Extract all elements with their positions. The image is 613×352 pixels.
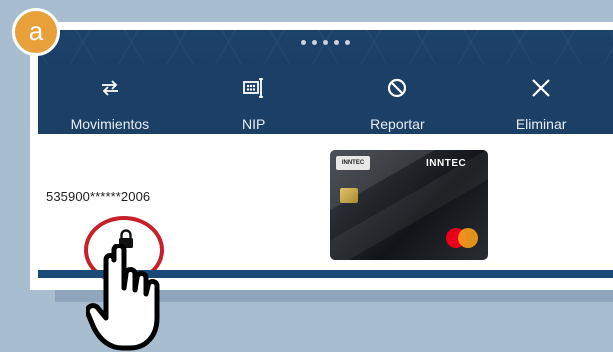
- card-header: Movimientos NIP Reportar Eliminar: [38, 30, 613, 134]
- pager-dot[interactable]: [345, 40, 350, 45]
- pager-dots: [38, 40, 613, 45]
- pager-dot[interactable]: [323, 40, 328, 45]
- card-brand: INNTEC: [426, 158, 467, 169]
- swap-arrows-icon: [99, 74, 121, 102]
- action-bar: Movimientos NIP Reportar Eliminar: [38, 64, 613, 134]
- mastercard-logo: [446, 228, 478, 248]
- step-badge: a: [12, 8, 60, 56]
- delete-button[interactable]: Eliminar: [469, 64, 613, 134]
- movements-label: Movimientos: [70, 116, 150, 132]
- pin-label: NIP: [241, 116, 266, 132]
- pager-dot[interactable]: [301, 40, 306, 45]
- pointer-hand-icon: [86, 244, 160, 351]
- card-issuer-logo: INNTEC: [336, 156, 370, 170]
- card-manager: Movimientos NIP Reportar Eliminar 535900…: [38, 30, 613, 284]
- pager-dot[interactable]: [334, 40, 339, 45]
- delete-label: Eliminar: [515, 116, 567, 132]
- close-icon: [530, 74, 552, 102]
- keypad-password-icon: [242, 74, 266, 102]
- report-label: Reportar: [370, 116, 425, 132]
- movements-button[interactable]: Movimientos: [38, 64, 182, 134]
- pager-dot[interactable]: [312, 40, 317, 45]
- block-icon: [386, 74, 408, 102]
- report-button[interactable]: Reportar: [326, 64, 470, 134]
- pin-button[interactable]: NIP: [182, 64, 326, 134]
- card-image: INNTEC INNTEC: [330, 150, 488, 260]
- chip-icon: [340, 188, 358, 203]
- card-number: 535900******2006: [46, 189, 151, 204]
